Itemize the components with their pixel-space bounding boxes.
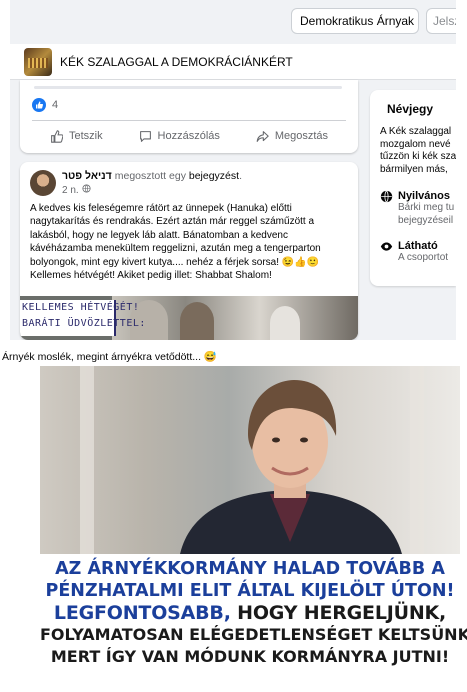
photo-person bbox=[180, 302, 214, 340]
post-card: 4 Tetszik Hozzászólás Megosztás bbox=[20, 80, 358, 153]
slogan-line-5: MERT ÍGY VAN MÓDUNK KORMÁNYRA JUTNI! bbox=[50, 647, 450, 666]
period: . bbox=[239, 170, 242, 182]
comment-button[interactable]: Hozzászólás bbox=[139, 130, 220, 143]
globe-icon bbox=[82, 184, 91, 196]
author-name[interactable]: דניאל פטר bbox=[62, 170, 112, 182]
like-label: Tetszik bbox=[68, 130, 103, 142]
slogan-line-1: AZ ÁRNYÉKKORMÁNY HALAD TOVÁBB A bbox=[55, 559, 445, 579]
reaction-summary[interactable]: 4 bbox=[32, 98, 58, 112]
slogan-highlight: LEGFONTOSABB, bbox=[53, 602, 231, 624]
like-icon bbox=[50, 129, 63, 143]
group-selector[interactable]: Demokratikus Árnyak bbox=[291, 8, 419, 34]
visibility-description: A csoportot bbox=[398, 252, 449, 263]
banner-line: KELLEMES HÉTVÉGÉT! bbox=[22, 302, 140, 313]
about-description: A Kék szalaggal mozgalom nevé tűzzön ki … bbox=[380, 126, 456, 175]
globe-icon bbox=[380, 190, 393, 227]
post-text-fragment bbox=[34, 86, 342, 89]
about-title: Névjegy bbox=[387, 102, 434, 116]
like-button[interactable]: Tetszik bbox=[50, 129, 103, 143]
like-count: 4 bbox=[52, 99, 59, 111]
post-body: A kedves kis feleségemre rátört az ünnep… bbox=[30, 203, 321, 282]
privacy-label: Nyilvános bbox=[398, 190, 450, 202]
slogan-line-3: LEGFONTOSABB, HOGY HERGELJÜNK, bbox=[40, 602, 460, 624]
banner-line: BARÁTI ÜDVÖZLETTEL: bbox=[22, 318, 146, 329]
about-panel: Névjegy A Kék szalaggal mozgalom nevé tű… bbox=[370, 90, 456, 286]
image-greeting-banner: KELLEMES HÉTVÉGÉT! BARÁTI ÜDVÖZLETTEL: bbox=[20, 300, 146, 336]
ad-slogan: AZ ÁRNYÉKKORMÁNY HALAD TOVÁBB A PÉNZHATA… bbox=[40, 554, 467, 676]
like-reaction-icon bbox=[32, 98, 46, 112]
ad-photo bbox=[40, 366, 460, 554]
slogan-line-2: PÉNZHATALMI ELIT ÁLTAL KIJELÖLT ÚTON! bbox=[45, 581, 455, 601]
portrait-woman bbox=[180, 380, 402, 554]
search-input[interactable]: Jelsz bbox=[426, 8, 456, 34]
shared-text: megosztott egy bbox=[114, 170, 186, 182]
slogan-line-4: FOLYAMATOSAN ELÉGEDETLENSÉGET KELTSÜNK, bbox=[40, 625, 467, 644]
avatar[interactable] bbox=[30, 170, 56, 196]
meme-caption: Árnyék moslék, megint árnyékra vetődött.… bbox=[2, 351, 217, 363]
privacy-description: Bárki meg tu bejegyzéseil bbox=[398, 202, 455, 226]
visibility-label: Látható bbox=[398, 240, 438, 252]
photo-person bbox=[270, 306, 300, 340]
group-header[interactable]: KÉK SZALAGGAL A DEMOKRÁCIÁNKÉRT bbox=[10, 44, 456, 80]
post-time[interactable]: 2 n. bbox=[62, 184, 91, 196]
group-title[interactable]: KÉK SZALAGGAL A DEMOKRÁCIÁNKÉRT bbox=[60, 55, 293, 69]
slogan-line-3-rest: HOGY HERGELJÜNK, bbox=[230, 602, 447, 624]
background-pillar bbox=[410, 366, 424, 554]
visibility-row: Látható A csoportot bbox=[380, 240, 456, 265]
share-label: Megosztás bbox=[274, 130, 329, 142]
top-bar: Demokratikus Árnyak Jelsz bbox=[10, 0, 456, 40]
shared-post-card: דניאל פטר megosztott egy bejegyzést. 2 n… bbox=[20, 162, 358, 340]
post-header: דניאל פטר megosztott egy bejegyzést. bbox=[62, 170, 242, 182]
political-ad-image: AZ ÁRNYÉKKORMÁNY HALAD TOVÁBB A PÉNZHATA… bbox=[40, 366, 467, 676]
post-actions: Tetszik Hozzászólás Megosztás bbox=[32, 124, 346, 148]
eye-icon bbox=[380, 240, 393, 265]
facebook-screenshot: Demokratikus Árnyak Jelsz KÉK SZALAGGAL … bbox=[10, 0, 456, 340]
comment-label: Hozzászólás bbox=[157, 130, 220, 142]
comment-icon bbox=[139, 130, 152, 143]
share-icon bbox=[256, 130, 269, 143]
share-button[interactable]: Megosztás bbox=[256, 130, 328, 143]
group-avatar[interactable] bbox=[24, 48, 52, 76]
privacy-row: Nyilvános Bárki meg tu bejegyzéseil bbox=[380, 190, 456, 227]
divider bbox=[32, 120, 346, 121]
post-image[interactable]: KELLEMES HÉTVÉGÉT! BARÁTI ÜDVÖZLETTEL: bbox=[20, 296, 358, 340]
timestamp: 2 n. bbox=[62, 184, 79, 196]
shared-post-link[interactable]: bejegyzést bbox=[189, 170, 239, 182]
background-pillar bbox=[80, 366, 94, 554]
